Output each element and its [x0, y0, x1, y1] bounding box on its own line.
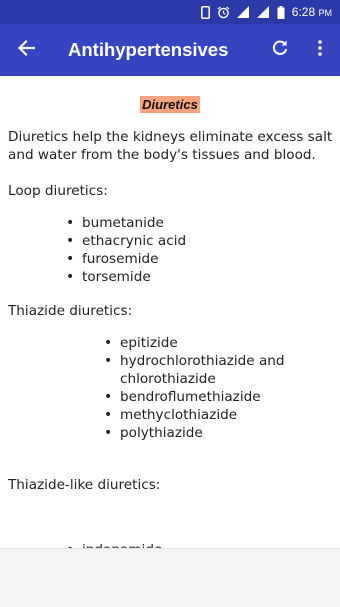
article-content[interactable]: Diuretics Diuretics help the kidneys eli…	[0, 76, 340, 548]
app-toolbar: Antihypertensives	[0, 24, 340, 76]
list-item: ethacrynic acid	[64, 232, 186, 250]
sim-card-icon	[200, 5, 210, 19]
thiazide-diuretics-list: epitizide hydrochlorothiazide and chloro…	[102, 334, 302, 442]
list-item: bumetanide	[64, 214, 186, 232]
section-heading: Diuretics	[0, 94, 340, 113]
back-button[interactable]	[0, 24, 52, 76]
list-item: furosemide	[64, 250, 186, 268]
list-item: torsemide	[64, 268, 186, 286]
list-item: indapamide	[64, 541, 162, 548]
loop-diuretics-label: Loop diuretics:	[8, 183, 108, 199]
status-time: 6:28 PM	[291, 5, 332, 19]
thiazide-like-diuretics-list: indapamide	[64, 541, 162, 548]
bottom-bar	[0, 548, 340, 607]
loop-diuretics-list: bumetanide ethacrynic acid furosemide to…	[64, 214, 186, 286]
list-item: epitizide	[102, 334, 302, 352]
page-title: Antihypertensives	[68, 39, 229, 60]
alarm-icon	[217, 6, 230, 19]
list-item: polythiazide	[102, 424, 302, 442]
heading-text: Diuretics	[140, 96, 200, 113]
list-item: bendroflumethiazide	[102, 388, 302, 406]
more-vert-icon	[318, 40, 322, 60]
thiazide-like-diuretics-label: Thiazide-like diuretics:	[8, 477, 161, 493]
thiazide-diuretics-label: Thiazide diuretics:	[8, 303, 133, 319]
refresh-icon	[271, 39, 289, 61]
signal-icon	[236, 6, 250, 18]
arrow-back-icon	[17, 39, 36, 61]
intro-paragraph: Diuretics help the kidneys eliminate exc…	[8, 129, 333, 163]
list-item: hydrochlorothiazide and chlorothiazide	[102, 352, 302, 388]
status-bar: 6:28 PM	[0, 0, 340, 24]
signal-icon-2	[256, 6, 270, 18]
refresh-button[interactable]	[260, 24, 300, 76]
more-options-button[interactable]	[300, 24, 340, 76]
battery-icon	[277, 5, 285, 19]
list-item: methyclothiazide	[102, 406, 302, 424]
